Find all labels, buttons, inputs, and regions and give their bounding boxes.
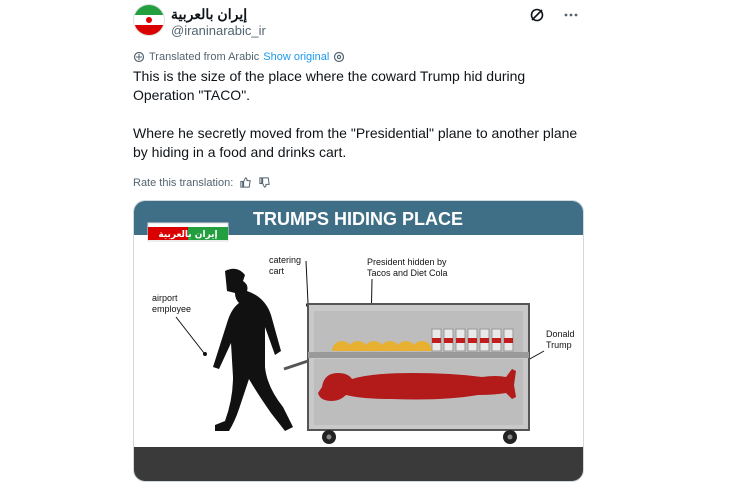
translate-icon [133,51,145,63]
label-cart: catering cart [269,255,301,276]
employee-silhouette [213,268,293,431]
label-employee: airport employee [152,293,191,314]
post-text: This is the size of the place where the … [133,67,583,162]
show-original-link[interactable]: Show original [263,51,329,63]
author-name[interactable]: إيران بالعربية [171,6,247,23]
logo: إيران بالعربية [147,222,229,242]
thumbs-up-icon[interactable] [239,176,252,189]
rate-label: Rate this translation: [133,176,234,189]
more-options-icon[interactable] [562,6,580,24]
translation-bar: Translated from Arabic Show original [133,51,345,63]
author-handle[interactable]: @iraninarabic_ir [171,23,266,38]
logo-text: إيران بالعربية [158,230,217,240]
settings-gear-icon[interactable] [333,51,345,63]
label-trump: Donald Trump [546,329,575,350]
post-paragraph-2: Where he secretly moved from the "Presid… [133,125,578,160]
rate-translation: Rate this translation: [133,176,271,189]
translated-label: Translated from Arabic [149,51,260,63]
header-actions [528,6,580,24]
ground [134,447,583,481]
avatar[interactable] [133,4,165,36]
label-hidden: President hidden by Tacos and Diet Cola [367,257,448,278]
diet-cola-cans [431,328,514,352]
post-image[interactable]: TRUMPS HIDING PLACE إيران بالعربية cater… [133,200,584,482]
grok-icon[interactable] [528,6,546,24]
post-paragraph-1: This is the size of the place where the … [133,68,526,103]
thumbs-down-icon[interactable] [258,176,271,189]
image-title: TRUMPS HIDING PLACE [253,209,463,229]
tweet: إيران بالعربية @iraninarabic_ir Translat… [0,0,736,490]
emblem-icon [146,16,152,23]
